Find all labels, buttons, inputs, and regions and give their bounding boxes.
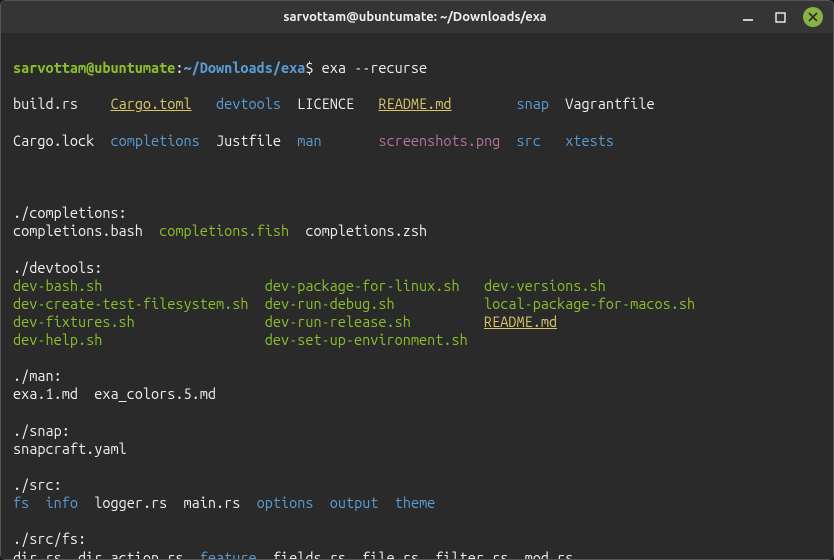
titlebar: sarvottam@ubuntumate: ~/Downloads/exa (1, 1, 833, 33)
section-header: ./src/fs: (13, 530, 821, 548)
file-entry: output (330, 494, 379, 511)
listing-row: Cargo.lock completions Justfile man scre… (13, 132, 821, 150)
section-header: ./completions: (13, 204, 821, 222)
blank-line (13, 458, 821, 476)
file-entry: README.md (378, 95, 451, 112)
file-entry: snapcraft.yaml (13, 440, 127, 457)
file-entry (322, 132, 379, 149)
file-entry: build.rs (13, 95, 110, 112)
file-entry: dev-set-up-environment.sh (265, 331, 468, 348)
file-entry: completions.bash (13, 222, 159, 239)
listing-row: dev-bash.sh dev-package-for-linux.sh dev… (13, 277, 821, 295)
listing-row: dev-help.sh dev-set-up-environment.sh (13, 331, 821, 349)
file-entry: exa.1.md exa_colors.5.md (13, 385, 216, 402)
file-entry: dir.rs dir_action.rs (13, 549, 200, 560)
prompt-dollar: $ (305, 59, 321, 76)
prompt-line: sarvottam@ubuntumate:~/Downloads/exa$ ex… (13, 59, 821, 77)
file-entry (541, 132, 565, 149)
blank-line (13, 349, 821, 367)
file-entry (411, 313, 484, 330)
blank-line (13, 240, 821, 258)
file-entry (313, 494, 329, 511)
file-entry: dev-create-test-filesystem.sh (13, 295, 265, 312)
file-entry: dev-package-for-linux.sh (265, 277, 484, 294)
listing-row: completions.bash completions.fish comple… (13, 222, 821, 240)
file-entry: src (517, 132, 541, 149)
section-header: ./devtools: (13, 259, 821, 277)
listing-row: dir.rs dir_action.rs feature fields.rs f… (13, 549, 821, 560)
file-entry: dev-bash.sh (13, 277, 265, 294)
minimize-button[interactable] (739, 8, 757, 26)
file-entry: dev-run-debug.sh (265, 295, 484, 312)
file-entry: dev-run-release.sh (265, 313, 411, 330)
section-header: ./snap: (13, 422, 821, 440)
terminal-body[interactable]: sarvottam@ubuntumate:~/Downloads/exa$ ex… (1, 33, 833, 559)
file-entry: Cargo.toml (110, 95, 191, 112)
section-header: ./man: (13, 367, 821, 385)
file-entry: xtests (565, 132, 614, 149)
file-entry: completions.zsh (289, 222, 427, 239)
window-controls (739, 7, 823, 27)
file-entry: LICENCE (281, 95, 378, 112)
file-entry: dev-fixtures.sh (13, 313, 265, 330)
file-entry: logger.rs main.rs (78, 494, 257, 511)
blank-line (13, 404, 821, 422)
listing-row: build.rs Cargo.toml devtools LICENCE REA… (13, 95, 821, 113)
listing-row: exa.1.md exa_colors.5.md (13, 385, 821, 403)
listing-row: dev-fixtures.sh dev-run-release.sh READM… (13, 313, 821, 331)
file-entry: local-package-for-macos.sh (484, 295, 695, 312)
file-entry: feature (200, 549, 257, 560)
file-entry (378, 494, 394, 511)
section-header: ./src: (13, 476, 821, 494)
close-button[interactable] (803, 7, 823, 27)
maximize-button[interactable] (771, 8, 789, 26)
file-entry: completions.fish (159, 222, 289, 239)
file-entry: screenshots.png (378, 132, 500, 149)
file-entry (192, 95, 216, 112)
listing-row: snapcraft.yaml (13, 440, 821, 458)
file-entry: Justfile (200, 132, 297, 149)
file-entry: man (297, 132, 321, 149)
file-entry: completions (110, 132, 199, 149)
file-entry (500, 132, 516, 149)
listing-row: fs info logger.rs main.rs options output… (13, 494, 821, 512)
file-entry: Cargo.lock (13, 132, 110, 149)
file-entry (452, 95, 517, 112)
file-entry: README.md (484, 313, 557, 330)
prompt-path: ~/Downloads/exa (184, 59, 306, 76)
blank-line (13, 168, 821, 186)
file-entry: dev-versions.sh (484, 277, 606, 294)
prompt-colon: : (175, 59, 183, 76)
file-entry: theme (395, 494, 436, 511)
file-entry: devtools (216, 95, 281, 112)
file-entry: dev-help.sh (13, 331, 265, 348)
file-entry: fs (13, 494, 29, 511)
file-entry: Vagrantfile (549, 95, 655, 112)
file-entry: snap (517, 95, 549, 112)
blank-line (13, 512, 821, 530)
file-entry (29, 494, 45, 511)
file-entry: options (257, 494, 314, 511)
prompt-user-host: sarvottam@ubuntumate (13, 59, 175, 76)
file-entry: info (46, 494, 78, 511)
listing-row: dev-create-test-filesystem.sh dev-run-de… (13, 295, 821, 313)
command-text: exa --recurse (322, 59, 428, 76)
file-entry: fields.rs file.rs filter.rs mod.rs (257, 549, 574, 560)
window-title: sarvottam@ubuntumate: ~/Downloads/exa (91, 10, 739, 24)
